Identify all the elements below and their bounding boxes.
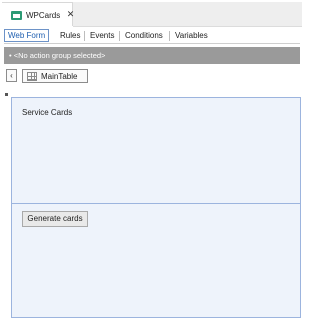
close-icon[interactable]: ✕	[66, 10, 75, 19]
main-table-canvas[interactable]: Service Cards Generate cards	[11, 97, 301, 318]
action-group-bar[interactable]: • <No action group selected>	[4, 47, 300, 64]
tab-separator	[119, 31, 120, 41]
document-tab[interactable]: WPCards ✕	[2, 2, 75, 26]
document-tab-title: WPCards	[26, 11, 61, 20]
editor-subtabs: Web Form Rules Events Conditions Variabl…	[4, 26, 300, 44]
tab-separator	[84, 31, 85, 41]
maintable-label: MainTable	[41, 72, 78, 81]
generate-cards-button[interactable]: Generate cards	[22, 211, 88, 227]
tab-separator	[169, 31, 170, 41]
tab-web-form[interactable]: Web Form	[4, 29, 50, 42]
table-grid-icon	[27, 72, 37, 81]
tab-variables[interactable]: Variables	[172, 29, 211, 42]
webpanel-icon	[11, 11, 22, 20]
service-cards-label[interactable]: Service Cards	[22, 108, 72, 117]
maintable-selector[interactable]: MainTable	[22, 69, 88, 83]
back-button[interactable]: ‹	[6, 69, 17, 82]
tab-events[interactable]: Events	[87, 29, 117, 42]
tab-strip	[73, 2, 302, 27]
tab-conditions[interactable]: Conditions	[122, 29, 166, 42]
action-group-status: • <No action group selected>	[9, 51, 106, 60]
layout-toolbar: ‹ MainTable	[4, 67, 300, 87]
table-anchor-handle[interactable]	[5, 93, 8, 96]
tab-rules[interactable]: Rules	[57, 29, 83, 42]
